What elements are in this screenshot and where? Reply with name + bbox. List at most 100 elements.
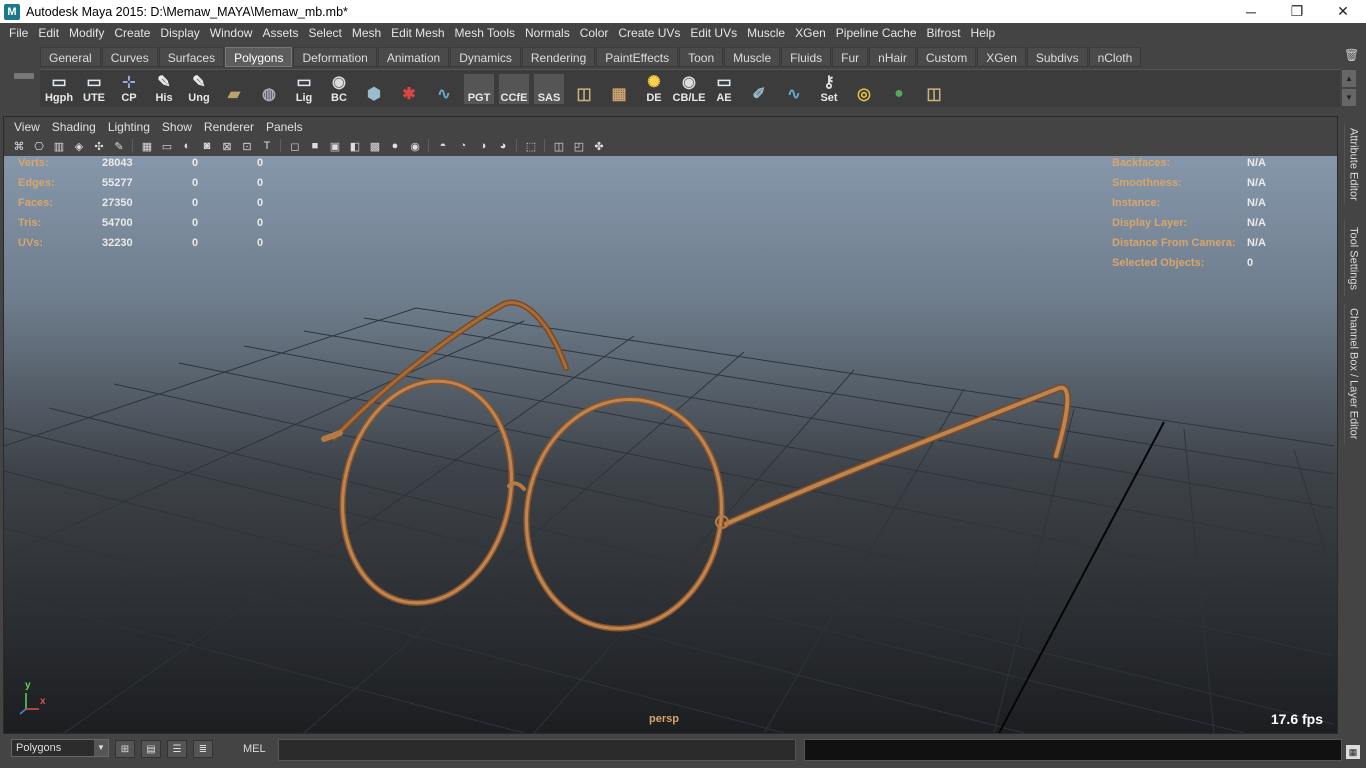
dock-tab-channel-box-layer-editor[interactable]: Channel Box / Layer Editor	[1344, 304, 1362, 444]
list-icon[interactable]: ☰	[167, 740, 187, 758]
shelf-tab-muscle[interactable]: Muscle	[724, 47, 781, 67]
shelf-scroll[interactable]: ▲ ▼	[1342, 70, 1356, 106]
shelf-button-tool-10[interactable]: ✱	[392, 72, 426, 106]
menu-pipeline-cache[interactable]: Pipeline Cache	[831, 26, 922, 40]
wire-on-shaded-icon[interactable]: ▣	[326, 138, 344, 154]
film-gate-icon[interactable]: ▭	[158, 138, 176, 154]
menu-select[interactable]: Select	[303, 26, 346, 40]
shelf-button-ung[interactable]: ✎ Ung	[182, 72, 216, 106]
chevron-down-icon[interactable]: ▼	[94, 740, 108, 756]
restore-button[interactable]: ❐	[1274, 0, 1320, 23]
shelf-button-ccfe[interactable]: CCfE	[497, 72, 531, 106]
shelf-button-cp[interactable]: ⊹ CP	[112, 72, 146, 106]
shelf-tab-deformation[interactable]: Deformation	[293, 47, 377, 67]
menu-bifrost[interactable]: Bifrost	[922, 26, 966, 40]
shelf-button-tool-21[interactable]: ∿	[777, 72, 811, 106]
shelf-button-tool-20[interactable]: ✐	[742, 72, 776, 106]
camera-select-icon[interactable]: ⌘	[10, 138, 28, 154]
menu-set-selector[interactable]: Polygons ▼	[11, 739, 109, 757]
lights-icon[interactable]: ●	[386, 138, 404, 154]
xray-joints-icon[interactable]: ◰	[570, 138, 588, 154]
shelf-tab-xgen[interactable]: XGen	[977, 47, 1026, 67]
shelf-tab-toon[interactable]: Toon	[679, 47, 724, 67]
panel-menu-lighting[interactable]: Lighting	[102, 120, 156, 134]
shelf-options-handle[interactable]	[12, 49, 36, 107]
shelf-button-set[interactable]: ⚷ Set	[812, 72, 846, 106]
xray-components-icon[interactable]: ✤	[590, 138, 608, 154]
camera-gate-icon[interactable]: ✣	[90, 138, 108, 154]
glasses-model[interactable]	[321, 299, 1071, 645]
dock-tab-tool-settings[interactable]: Tool Settings	[1344, 220, 1362, 296]
shelf-button-tool-24[interactable]: ●	[882, 72, 916, 106]
depth-of-field-icon[interactable]: ◕	[494, 138, 512, 154]
shelf-tab-nhair[interactable]: nHair	[869, 47, 916, 67]
panel-menu-panels[interactable]: Panels	[260, 120, 309, 134]
menu-help[interactable]: Help	[966, 26, 1001, 40]
shelf-tab-polygons[interactable]: Polygons	[225, 47, 293, 67]
safe-title-icon[interactable]: T	[258, 138, 276, 154]
menu-mesh-tools[interactable]: Mesh Tools	[450, 26, 520, 40]
resolution-gate-icon[interactable]: ◐	[178, 138, 196, 154]
shelf-button-de[interactable]: ✺ DE	[637, 72, 671, 106]
shelf-tab-general[interactable]: General	[40, 47, 101, 67]
textured-icon[interactable]: ▩	[366, 138, 384, 154]
menu-display[interactable]: Display	[155, 26, 204, 40]
shelf-tab-fluids[interactable]: Fluids	[781, 47, 832, 67]
ambient-occlusion-icon[interactable]: ◓	[434, 138, 452, 154]
script-editor-icon[interactable]: ▦	[1346, 745, 1360, 759]
shelf-button-tool-16[interactable]: ▦	[602, 72, 636, 106]
shelf-tab-painteffects[interactable]: PaintEffects	[596, 47, 679, 67]
shadows-icon[interactable]: ◉	[406, 138, 424, 154]
panel-menu-renderer[interactable]: Renderer	[198, 120, 260, 134]
menu-xgen[interactable]: XGen	[790, 26, 831, 40]
default-material-icon[interactable]: ◧	[346, 138, 364, 154]
panel-menu-view[interactable]: View	[8, 120, 46, 134]
shelf-button-cb-le[interactable]: ◉ CB/LE	[672, 72, 706, 106]
shelf-button-bc[interactable]: ◉ BC	[322, 72, 356, 106]
shelf-button-his[interactable]: ✎ His	[147, 72, 181, 106]
trash-icon[interactable]: 🗑	[1344, 48, 1359, 62]
panel-menu-show[interactable]: Show	[156, 120, 198, 134]
menu-assets[interactable]: Assets	[257, 26, 303, 40]
menu-file[interactable]: File	[4, 26, 33, 40]
perspective-viewport[interactable]: Verts: 28043 0 0 Edges: 55277 0 0 Faces: 27350 0 0 T…	[4, 156, 1337, 733]
menu-muscle[interactable]: Muscle	[742, 26, 790, 40]
safe-action-icon[interactable]: ⊡	[238, 138, 256, 154]
shelf-button-tool-11[interactable]: ∿	[427, 72, 461, 106]
scroll-down-icon[interactable]: ▼	[1342, 89, 1356, 106]
gate-mask-icon[interactable]: ◙	[198, 138, 216, 154]
shelf-button-sas[interactable]: SAS	[532, 72, 566, 106]
shelf-button-tool-23[interactable]: ◎	[847, 72, 881, 106]
command-input[interactable]	[278, 739, 796, 761]
bookmark-icon[interactable]: ▥	[50, 138, 68, 154]
layers-icon[interactable]: ≣	[193, 740, 213, 758]
close-button[interactable]: ✕	[1320, 0, 1366, 23]
menu-create-uvs[interactable]: Create UVs	[613, 26, 685, 40]
shelf-tab-surfaces[interactable]: Surfaces	[158, 47, 225, 67]
camera-attr-icon[interactable]: ⎔	[30, 138, 48, 154]
shelf-button-ute[interactable]: ▭ UTE	[77, 72, 111, 106]
menu-create[interactable]: Create	[109, 26, 155, 40]
menu-modify[interactable]: Modify	[64, 26, 109, 40]
xray-icon[interactable]: ◫	[550, 138, 568, 154]
menu-color[interactable]: Color	[575, 26, 614, 40]
grid-toggle-icon[interactable]: ▦	[138, 138, 156, 154]
shelf-button-tool-9[interactable]: ⬢	[357, 72, 391, 106]
grease-pencil-icon[interactable]: ✎	[110, 138, 128, 154]
shelf-tab-subdivs[interactable]: Subdivs	[1026, 47, 1088, 67]
menu-mesh[interactable]: Mesh	[347, 26, 386, 40]
shelf-button-lig[interactable]: ▭ Lig	[287, 72, 321, 106]
field-chart-icon[interactable]: ⊠	[218, 138, 236, 154]
shelf-tab-dynamics[interactable]: Dynamics	[450, 47, 521, 67]
motion-blur-icon[interactable]: ◔	[454, 138, 472, 154]
menu-edit-uvs[interactable]: Edit UVs	[685, 26, 742, 40]
smooth-shade-icon[interactable]: ■	[306, 138, 324, 154]
menu-window[interactable]: Window	[205, 26, 258, 40]
shelf-tab-custom[interactable]: Custom	[916, 47, 977, 67]
shelf-button-tool-25[interactable]: ◫	[917, 72, 951, 106]
shelf-button-hgph[interactable]: ▭ Hgph	[42, 72, 76, 106]
anti-alias-icon[interactable]: ◑	[474, 138, 492, 154]
shelf-tab-animation[interactable]: Animation	[377, 47, 450, 67]
shelf-button-pgt[interactable]: PGT	[462, 72, 496, 106]
shelf-tab-ncloth[interactable]: nCloth	[1088, 47, 1142, 67]
